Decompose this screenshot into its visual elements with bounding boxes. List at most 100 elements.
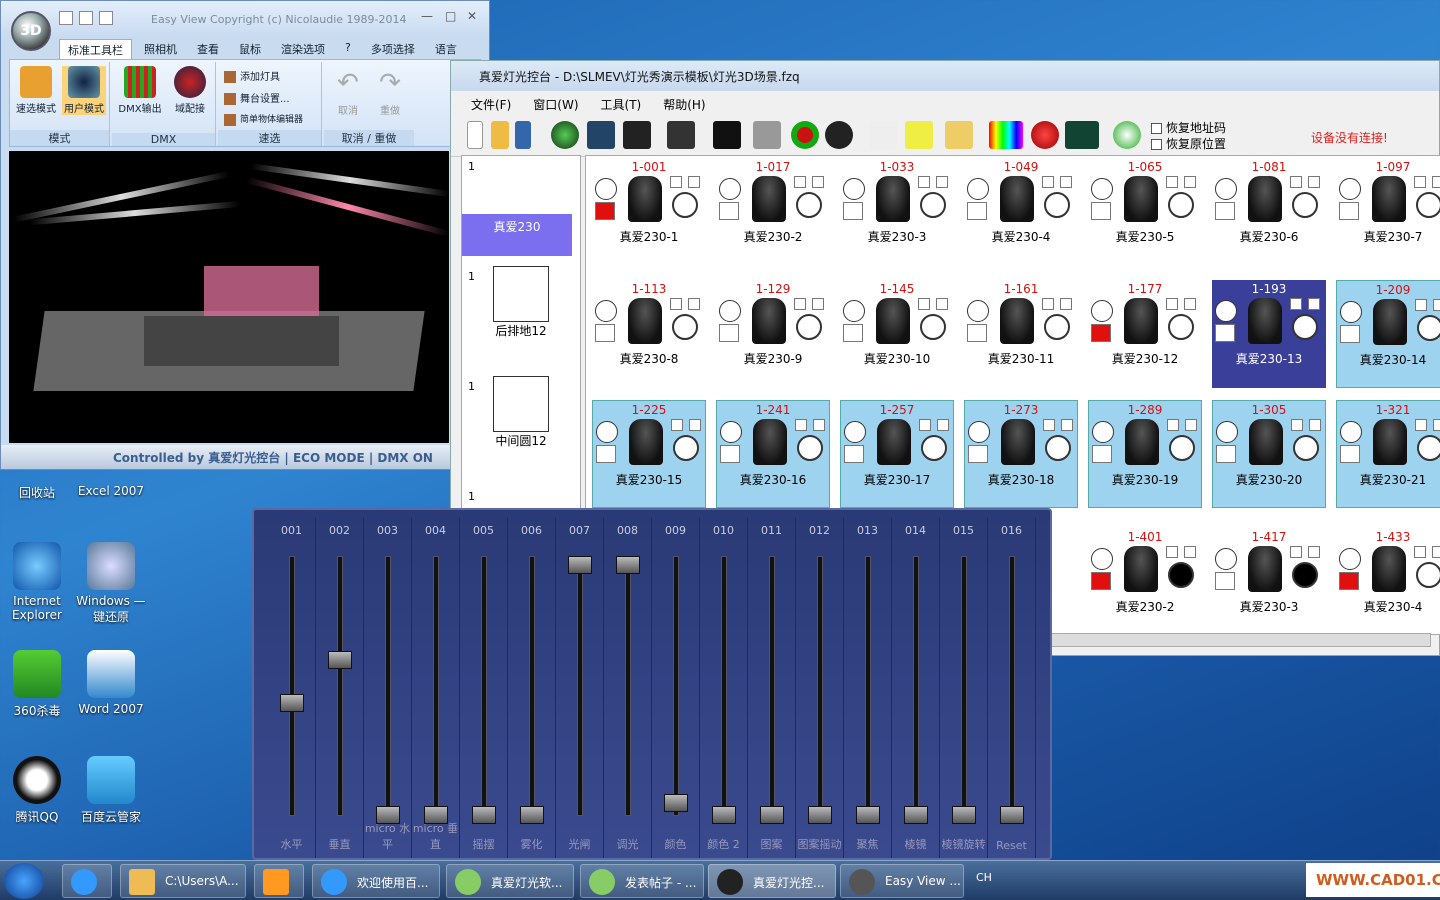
tab-language[interactable]: 语言 <box>427 39 465 59</box>
menu-window[interactable]: 窗口(W) <box>533 96 578 115</box>
small-box-icon[interactable] <box>1308 176 1320 188</box>
fixture-tile[interactable]: 1-081 真爱230-6 <box>1212 158 1326 266</box>
grid-icon[interactable] <box>945 121 973 149</box>
gobo-circle-icon[interactable] <box>797 435 823 461</box>
tab-render[interactable]: 渲染选项 <box>273 39 333 59</box>
small-box-icon[interactable] <box>812 176 824 188</box>
color-swatch[interactable] <box>720 445 740 463</box>
select-circle-icon[interactable] <box>595 300 617 322</box>
color-swatch[interactable] <box>595 202 615 220</box>
fader-knob[interactable] <box>616 556 640 574</box>
save-icon[interactable] <box>99 11 113 25</box>
color-swatch[interactable] <box>1091 202 1111 220</box>
small-box-icon[interactable] <box>794 298 806 310</box>
gobo-circle-icon[interactable] <box>1169 435 1195 461</box>
fixture-tile[interactable]: 1-033 真爱230-3 <box>840 158 954 266</box>
small-box-icon[interactable] <box>936 298 948 310</box>
desktop-icon-baidu[interactable]: 百度云管家 <box>74 756 148 825</box>
select-circle-icon[interactable] <box>967 178 989 200</box>
menu-file[interactable]: 文件(F) <box>471 96 511 115</box>
tab-mouse[interactable]: 鼠标 <box>231 39 269 59</box>
small-box-icon[interactable] <box>1043 419 1055 431</box>
tab-help[interactable]: ? <box>337 39 359 59</box>
dmx-patch-button[interactable]: 域配接 <box>166 66 214 115</box>
gobo-circle-icon[interactable] <box>920 314 946 340</box>
user-mode-button[interactable]: 用户模式 <box>62 66 106 115</box>
fader-knob[interactable] <box>712 806 736 824</box>
tab-camera[interactable]: 照相机 <box>136 39 185 59</box>
fixture-tile[interactable]: 1-273 真爱230-18 <box>964 400 1078 508</box>
small-box-icon[interactable] <box>937 419 949 431</box>
fixture-tile[interactable]: 1-097 真爱230-7 <box>1336 158 1440 266</box>
record-icon[interactable] <box>1031 121 1059 149</box>
small-box-icon[interactable] <box>1290 546 1302 558</box>
select-circle-icon[interactable] <box>967 300 989 322</box>
small-box-icon[interactable] <box>1166 546 1178 558</box>
fader-knob[interactable] <box>280 693 304 712</box>
menu-help[interactable]: 帮助(H) <box>663 96 705 115</box>
gobo-circle-icon[interactable] <box>920 192 946 218</box>
color-swatch[interactable] <box>1340 325 1360 343</box>
color-swatch[interactable] <box>1091 324 1111 342</box>
app-orb-button[interactable]: 3D <box>11 11 51 51</box>
small-box-icon[interactable] <box>1290 298 1302 310</box>
color-swatch[interactable] <box>843 324 863 342</box>
taskbar-item-browser1[interactable]: 真爱灯光软... <box>446 864 574 898</box>
select-circle-icon[interactable] <box>843 178 865 200</box>
open-icon[interactable] <box>79 11 93 25</box>
fixture-tile[interactable]: 1-049 真爱230-4 <box>964 158 1078 266</box>
fader-knob[interactable] <box>808 806 832 824</box>
close-button[interactable]: ✕ <box>467 9 477 23</box>
fixture-tile[interactable]: 1-209 真爱230-14 <box>1336 280 1440 388</box>
start-button[interactable] <box>4 863 44 899</box>
horizontal-scrollbar[interactable] <box>1051 633 1431 647</box>
library-item[interactable]: 1 后排地12 <box>462 266 580 376</box>
fader-knob[interactable] <box>952 806 976 824</box>
beam-icon[interactable] <box>869 121 897 149</box>
fader-knob[interactable] <box>904 806 928 824</box>
fader-knob[interactable] <box>328 651 352 669</box>
undo-button[interactable]: ↶ 取消 <box>328 68 368 117</box>
add-fixture-button[interactable]: 添加灯具 <box>224 68 280 83</box>
fixture-tile[interactable]: 1-305 真爱230-20 <box>1212 400 1326 508</box>
3d-view-icon[interactable] <box>551 121 579 149</box>
desktop-icon-restore[interactable]: Windows —键还原 <box>74 542 148 625</box>
color-swatch[interactable] <box>844 445 864 463</box>
open-folder-icon[interactable] <box>491 121 509 149</box>
color-swatch[interactable] <box>1339 202 1359 220</box>
restore-position-checkbox[interactable]: 恢复原位置 <box>1151 135 1226 152</box>
gobo-circle-icon[interactable] <box>1044 192 1070 218</box>
fader-knob[interactable] <box>520 806 544 824</box>
refresh-icon[interactable] <box>1113 121 1141 149</box>
small-box-icon[interactable] <box>1433 299 1440 311</box>
fixture-tile[interactable]: 1-433 真爱230-4 <box>1336 528 1440 634</box>
console-icon[interactable] <box>587 121 615 149</box>
select-circle-icon[interactable] <box>1339 178 1361 200</box>
language-indicator[interactable]: CH <box>976 871 992 884</box>
gobo-circle-icon[interactable] <box>1293 435 1319 461</box>
small-box-icon[interactable] <box>1432 546 1440 558</box>
small-box-icon[interactable] <box>919 419 931 431</box>
small-box-icon[interactable] <box>1166 176 1178 188</box>
color-swatch[interactable] <box>1215 324 1235 342</box>
select-circle-icon[interactable] <box>1216 421 1238 443</box>
stage-setup-button[interactable]: 舞台设置... <box>224 90 290 105</box>
select-circle-icon[interactable] <box>595 178 617 200</box>
gobo-circle-icon[interactable] <box>1292 314 1318 340</box>
small-box-icon[interactable] <box>1415 419 1427 431</box>
color-swatch[interactable] <box>595 324 615 342</box>
gobo-circle-icon[interactable] <box>1045 435 1071 461</box>
menu-tools[interactable]: 工具(T) <box>601 96 642 115</box>
small-box-icon[interactable] <box>1060 298 1072 310</box>
select-circle-icon[interactable] <box>1340 301 1362 323</box>
small-box-icon[interactable] <box>1185 419 1197 431</box>
fader-knob[interactable] <box>856 806 880 824</box>
desktop-icon-recycle[interactable]: 回收站 <box>0 484 74 501</box>
taskbar-item-baidu[interactable]: 欢迎使用百... <box>312 864 440 898</box>
fixture-tile[interactable]: 1-321 真爱230-21 <box>1336 400 1440 508</box>
small-box-icon[interactable] <box>1184 176 1196 188</box>
select-circle-icon[interactable] <box>844 421 866 443</box>
small-box-icon[interactable] <box>795 419 807 431</box>
select-circle-icon[interactable] <box>1339 548 1361 570</box>
select-circle-icon[interactable] <box>1215 178 1237 200</box>
